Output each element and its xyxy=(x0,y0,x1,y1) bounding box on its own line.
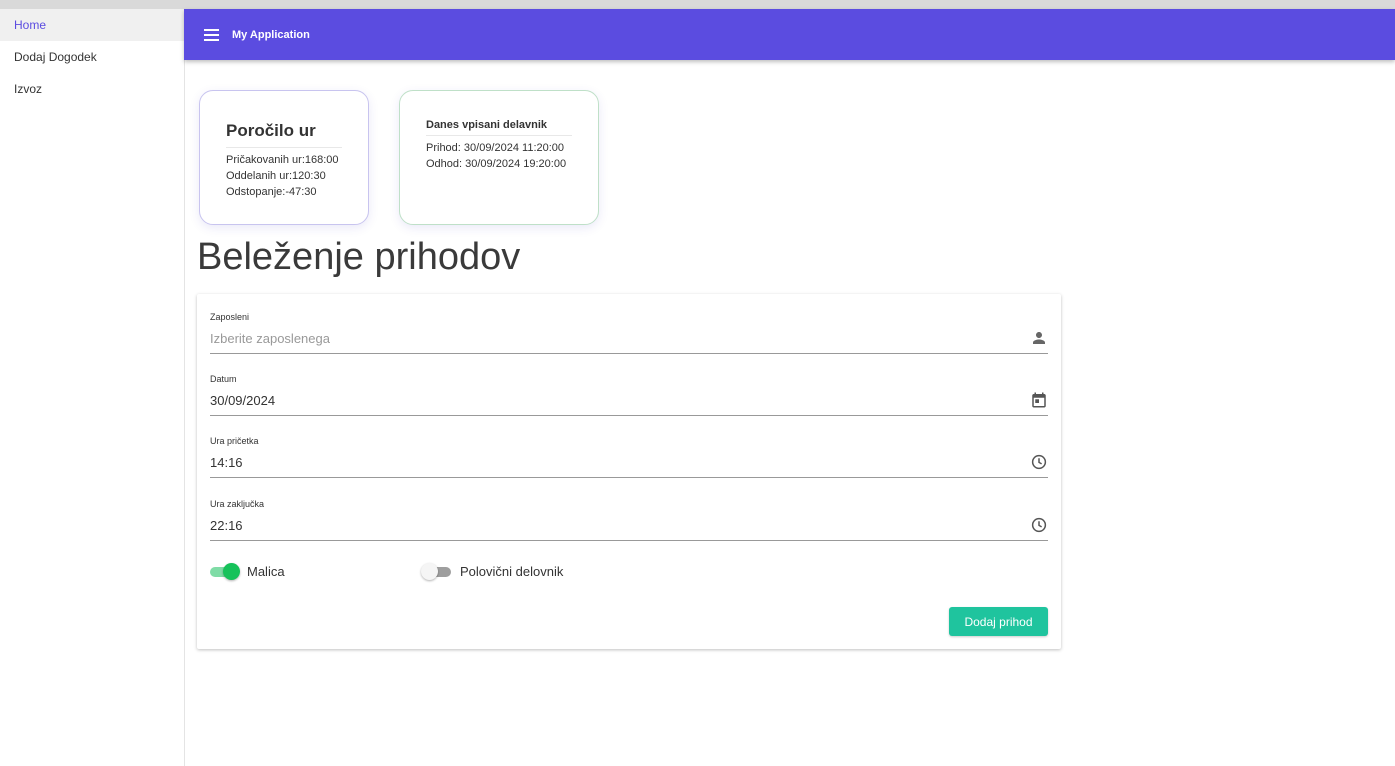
malica-toggle-knob xyxy=(223,562,240,580)
add-arrival-button[interactable]: Dodaj prihod xyxy=(949,607,1048,636)
malica-toggle-label: Malica xyxy=(247,564,285,579)
report-card-title: Poročilo ur xyxy=(226,121,342,148)
today-card-title: Danes vpisani delavnik xyxy=(426,119,572,136)
sidebar: Home Dodaj Dogodek Izvoz xyxy=(0,9,185,766)
start-time-field[interactable]: Ura pričetka 14:16 xyxy=(210,436,1048,478)
half-day-toggle-knob xyxy=(421,562,438,580)
clock-icon[interactable] xyxy=(1030,516,1048,534)
arrival-time: Prihod: 30/09/2024 11:20:00 xyxy=(426,142,565,154)
arrival-form: Zaposleni Izberite zaposlenega Datum 30/… xyxy=(197,294,1061,649)
expected-hours: Pričakovanih ur:168:00 xyxy=(226,154,339,166)
departure-time: Odhod: 30/09/2024 19:20:00 xyxy=(426,158,567,170)
start-time-field-label: Ura pričetka xyxy=(210,436,259,446)
page-title: Beleženje prihodov xyxy=(197,236,521,278)
calendar-icon[interactable] xyxy=(1030,391,1048,409)
employee-field[interactable]: Zaposleni Izberite zaposlenega xyxy=(210,312,1048,354)
worked-hours: Oddelanih ur:120:30 xyxy=(226,170,326,182)
hamburger-menu-icon[interactable] xyxy=(204,25,224,45)
sidebar-item-izvoz[interactable]: Izvoz xyxy=(0,73,184,105)
report-card: Poročilo ur Pričakovanih ur:168:00 Oddel… xyxy=(199,90,369,225)
half-day-toggle-label: Polovični delovnik xyxy=(460,564,564,579)
employee-field-placeholder: Izberite zaposlenega xyxy=(210,331,330,346)
malica-toggle-track xyxy=(210,562,240,580)
end-time-field-label: Ura zaključka xyxy=(210,499,265,509)
sidebar-item-home[interactable]: Home xyxy=(0,9,184,41)
employee-field-label: Zaposleni xyxy=(210,312,250,322)
date-field-label: Datum xyxy=(210,374,237,384)
app-title: My Application xyxy=(232,28,310,41)
date-field[interactable]: Datum 30/09/2024 xyxy=(210,374,1048,416)
date-field-value: 30/09/2024 xyxy=(210,393,276,408)
end-time-field-value: 22:16 xyxy=(210,518,243,533)
person-icon xyxy=(1033,332,1045,344)
today-card: Danes vpisani delavnik Prihod: 30/09/202… xyxy=(399,90,599,225)
malica-toggle[interactable]: Malica xyxy=(210,562,285,580)
half-day-toggle-track xyxy=(421,562,451,580)
start-time-field-value: 14:16 xyxy=(210,455,243,470)
clock-icon[interactable] xyxy=(1030,453,1048,471)
browser-top-strip xyxy=(0,0,1395,9)
hours-deviation: Odstopanje:-47:30 xyxy=(226,186,317,198)
app-bar: My Application xyxy=(184,9,1395,60)
half-day-toggle[interactable]: Polovični delovnik xyxy=(421,562,564,580)
end-time-field[interactable]: Ura zaključka 22:16 xyxy=(210,499,1048,541)
sidebar-item-dodaj-dogodek[interactable]: Dodaj Dogodek xyxy=(0,41,184,73)
